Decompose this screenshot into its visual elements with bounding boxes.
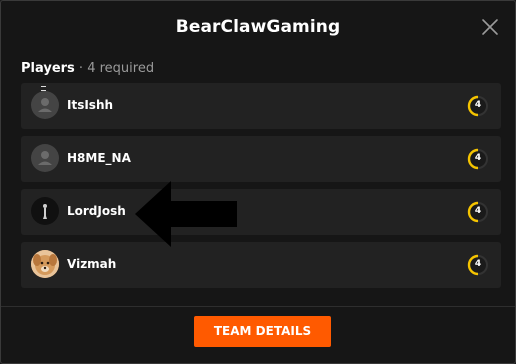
modal-footer: TEAM DETAILS xyxy=(1,306,515,363)
arrow-annotation-icon xyxy=(133,179,239,249)
player-name[interactable]: H8ME_NA xyxy=(67,151,131,165)
players-separator: · xyxy=(74,61,88,76)
custom-avatar-dark xyxy=(31,197,59,225)
skill-level-badge: 4 xyxy=(467,148,489,170)
team-details-button[interactable]: TEAM DETAILS xyxy=(194,316,331,347)
player-name[interactable]: LordJosh xyxy=(67,204,126,218)
close-icon[interactable] xyxy=(479,16,501,38)
players-label: Players xyxy=(21,61,75,76)
default-avatar-icon xyxy=(31,144,59,172)
player-list: ItsIshh 4 H8ME_NA 4 LordJosh 4 Vizmah 4 xyxy=(21,83,501,295)
default-avatar-icon xyxy=(31,91,59,119)
team-modal: BearClawGaming Players · 4 required ItsI… xyxy=(0,0,516,364)
players-required-count: 4 required xyxy=(87,61,155,76)
players-section-label: Players · 4 required xyxy=(21,61,154,76)
player-name[interactable]: ItsIshh xyxy=(67,98,113,112)
player-name[interactable]: Vizmah xyxy=(67,257,116,271)
skill-level-badge: 4 xyxy=(467,254,489,276)
skill-level-value: 4 xyxy=(474,153,482,163)
skill-level-value: 4 xyxy=(474,100,482,110)
skill-level-value: 4 xyxy=(474,259,482,269)
player-row[interactable]: H8ME_NA 4 xyxy=(21,136,501,182)
player-row[interactable]: LordJosh 4 xyxy=(21,189,501,235)
custom-avatar-dog xyxy=(31,250,59,278)
skill-level-value: 4 xyxy=(474,206,482,216)
skill-level-badge: 4 xyxy=(467,201,489,223)
player-row[interactable]: ItsIshh 4 xyxy=(21,83,501,129)
skill-level-badge: 4 xyxy=(467,95,489,117)
modal-title: BearClawGaming xyxy=(175,17,341,37)
player-row[interactable]: Vizmah 4 xyxy=(21,242,501,288)
